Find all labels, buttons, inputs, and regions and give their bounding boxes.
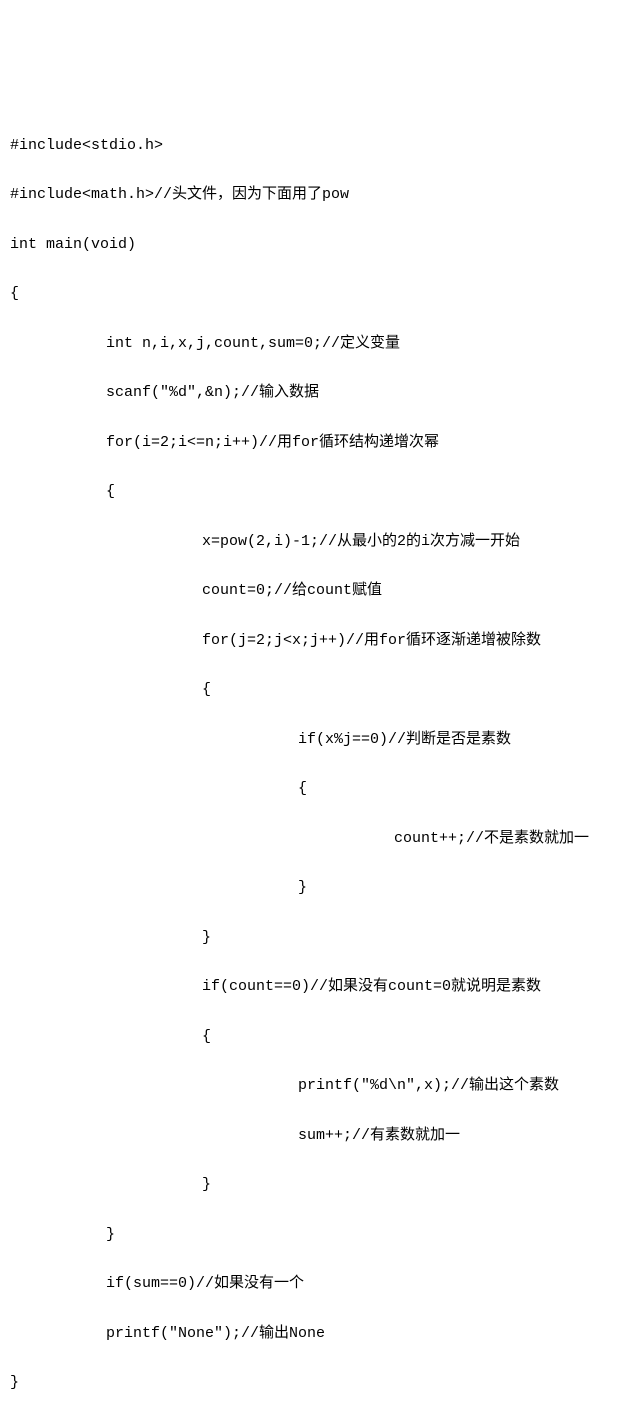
code-line: { [10,1025,627,1050]
code-line: } [10,1173,627,1198]
code-line: for(j=2;j<x;j++)//用for循环逐渐递增被除数 [10,629,627,654]
code-line: { [10,480,627,505]
code-line: if(sum==0)//如果没有一个 [10,1272,627,1297]
code-line: x=pow(2,i)-1;//从最小的2的i次方减一开始 [10,530,627,555]
code-line: } [10,1371,627,1396]
code-line: } [10,926,627,951]
code-line: int n,i,x,j,count,sum=0;//定义变量 [10,332,627,357]
code-line: { [10,678,627,703]
code-line: if(x%j==0)//判断是否是素数 [10,728,627,753]
code-line: if(count==0)//如果没有count=0就说明是素数 [10,975,627,1000]
code-line: printf("None");//输出None [10,1322,627,1347]
code-line: int main(void) [10,233,627,258]
code-line: #include<stdio.h> [10,134,627,159]
code-line: for(i=2;i<=n;i++)//用for循环结构递增次幂 [10,431,627,456]
code-line: } [10,1223,627,1248]
code-line: sum++;//有素数就加一 [10,1124,627,1149]
code-line: { [10,282,627,307]
code-line: printf("%d\n",x);//输出这个素数 [10,1074,627,1099]
code-line: scanf("%d",&n);//输入数据 [10,381,627,406]
code-line: { [10,777,627,802]
code-line: count=0;//给count赋值 [10,579,627,604]
code-block: #include<stdio.h> #include<math.h>//头文件，… [10,109,627,1416]
code-line: count++;//不是素数就加一 [10,827,627,852]
code-line: } [10,876,627,901]
code-line: #include<math.h>//头文件，因为下面用了pow [10,183,627,208]
